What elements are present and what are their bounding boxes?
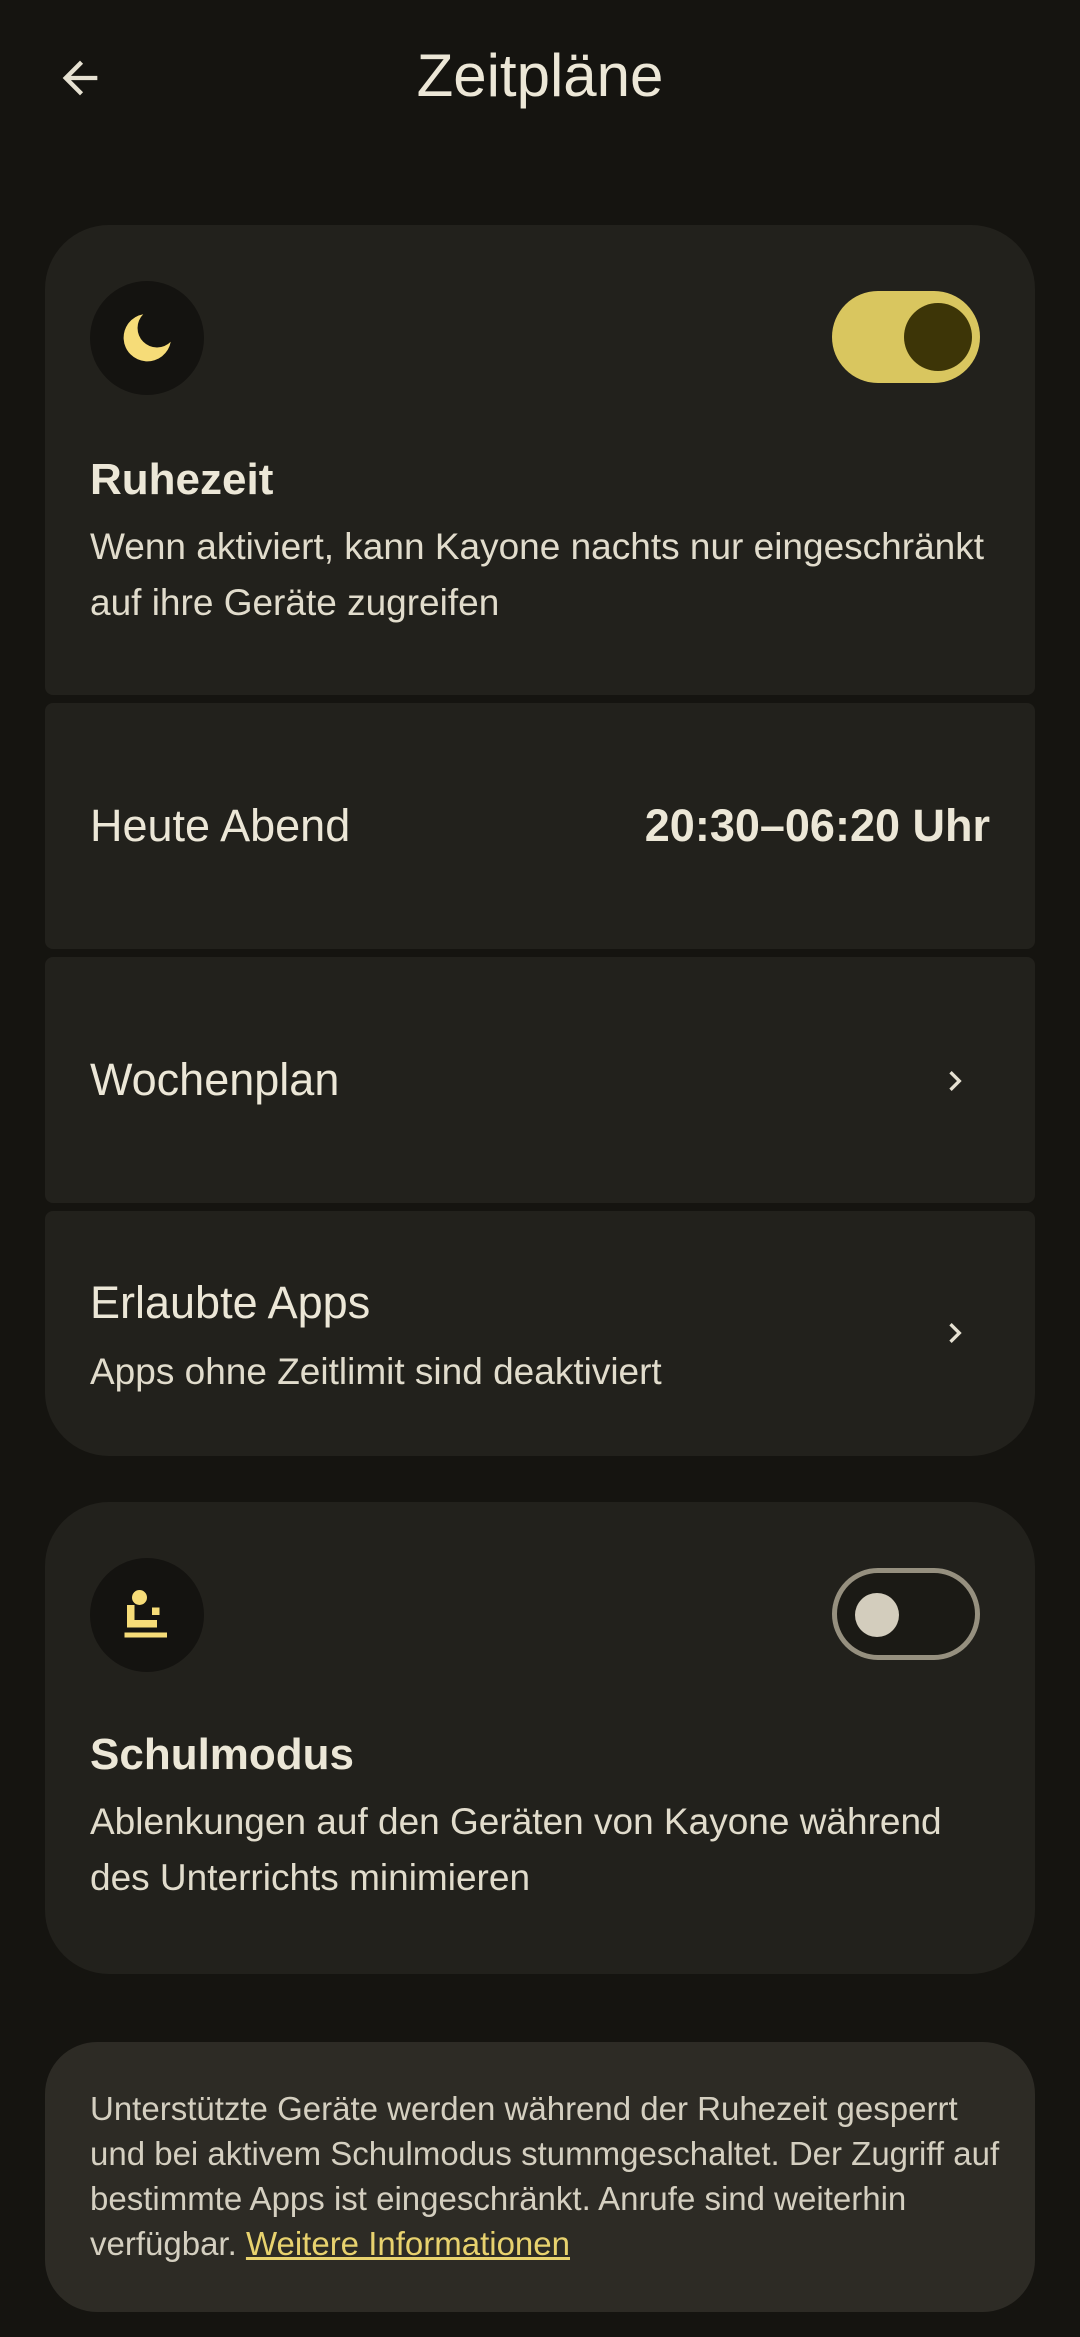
ruhezeit-toggle[interactable] bbox=[832, 291, 980, 383]
tonight-label: Heute Abend bbox=[90, 800, 351, 851]
info-card: Unterstützte Geräte werden während der R… bbox=[45, 2042, 1035, 2312]
weekly-schedule-label: Wochenplan bbox=[90, 1054, 340, 1105]
schulmodus-toggle[interactable] bbox=[832, 1568, 980, 1660]
tonight-row[interactable]: Heute Abend 20:30–06:20 Uhr bbox=[45, 703, 1035, 949]
moon-icon bbox=[123, 314, 171, 362]
schulmodus-title: Schulmodus bbox=[90, 1730, 355, 1779]
ruhezeit-card: Ruhezeit Wenn aktiviert, kann Kayone nac… bbox=[45, 225, 1035, 695]
more-info-link[interactable]: Weitere Informationen bbox=[246, 2225, 570, 2262]
schulmodus-icon-container bbox=[90, 1558, 204, 1672]
allowed-apps-subtitle: Apps ohne Zeitlimit sind deaktiviert bbox=[90, 1351, 662, 1392]
ruhezeit-description: Wenn aktiviert, kann Kayone nachts nur e… bbox=[90, 526, 984, 623]
toggle-knob bbox=[904, 303, 972, 371]
top-app-bar: Zeitpläne bbox=[0, 0, 1080, 160]
info-text-block: Unterstützte Geräte werden während der R… bbox=[90, 2086, 1000, 2266]
schulmodus-description: Ablenkungen auf den Geräten von Kayone w… bbox=[90, 1801, 942, 1898]
page-title: Zeitpläne bbox=[416, 42, 664, 109]
ruhezeit-icon-container bbox=[90, 281, 204, 395]
allowed-apps-label: Erlaubte Apps bbox=[90, 1277, 371, 1328]
schulmodus-card: Schulmodus Ablenkungen auf den Geräten v… bbox=[45, 1502, 1035, 1974]
ruhezeit-title: Ruhezeit bbox=[90, 455, 274, 504]
schedules-screen: Zeitpläne Ruhezeit Wenn aktiviert, kann … bbox=[0, 0, 1080, 2337]
weekly-schedule-row[interactable]: Wochenplan bbox=[45, 957, 1035, 1203]
tonight-time-value: 20:30–06:20 Uhr bbox=[644, 800, 990, 851]
allowed-apps-row[interactable]: Erlaubte Apps Apps ohne Zeitlimit sind d… bbox=[45, 1211, 1035, 1456]
chevron-right-icon bbox=[949, 1071, 962, 1091]
chevron-right-icon bbox=[949, 1323, 962, 1343]
toggle-knob bbox=[855, 1593, 899, 1637]
school-desk-icon bbox=[124, 1590, 167, 1638]
